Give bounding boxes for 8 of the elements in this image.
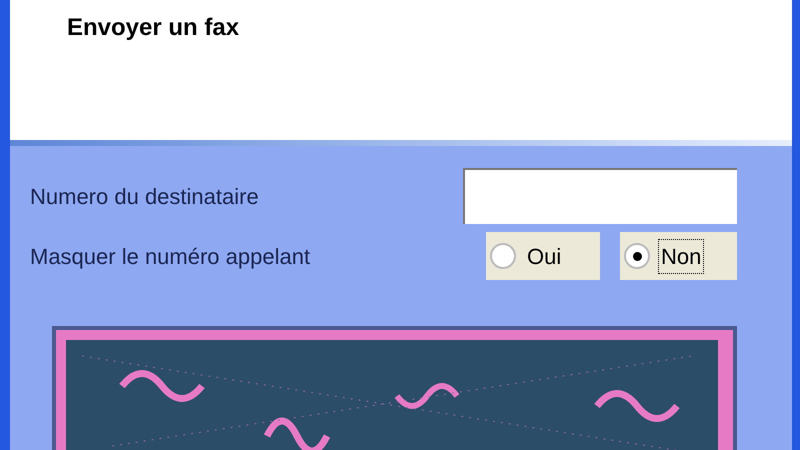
radio-option[interactable]: Non: [620, 232, 737, 280]
radio-option[interactable]: Oui: [486, 232, 600, 280]
radio-button[interactable]: [490, 243, 516, 269]
field-label: Numero du destinataire: [30, 182, 260, 210]
recipient-number-field[interactable]: [463, 168, 737, 224]
radio-button[interactable]: [624, 243, 650, 269]
field-label: Masquer le numéro appelant: [30, 242, 312, 271]
dialog-title: Envoyer un fax: [67, 13, 240, 43]
